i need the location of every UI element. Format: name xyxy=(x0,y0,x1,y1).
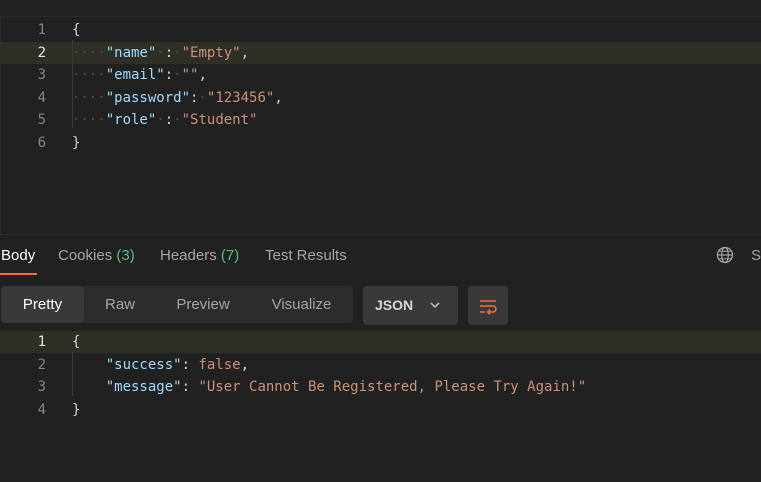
request-line: 6} xyxy=(0,132,761,154)
token-ws: · xyxy=(173,67,182,83)
whitespace-marker: ···· xyxy=(72,67,106,83)
line-content: } xyxy=(72,399,80,421)
line-number: 3 xyxy=(37,67,46,83)
token-ws: · xyxy=(156,112,165,128)
token-ws: · xyxy=(156,44,165,61)
indent-guide xyxy=(72,352,73,396)
format-select[interactable]: JSON xyxy=(363,286,458,325)
wrap-lines-button[interactable] xyxy=(468,286,508,325)
line-number: 1 xyxy=(37,22,46,38)
globe-icon[interactable] xyxy=(716,246,734,264)
view-preview-button[interactable]: Preview xyxy=(156,286,250,323)
tab-cookies-label: Cookies xyxy=(58,247,113,264)
token-s: "User Cannot Be Registered, Please Try A… xyxy=(198,379,587,395)
token-k: "message" xyxy=(105,379,182,395)
token-p: : xyxy=(181,379,199,395)
token-ws: · xyxy=(173,112,182,128)
response-tabs: Body Cookies (3) Headers (7) Test Result… xyxy=(0,234,761,277)
token-p: , xyxy=(198,67,207,83)
token-ws xyxy=(72,357,106,373)
line-number: 4 xyxy=(37,89,46,106)
token-s: "123456" xyxy=(206,89,275,106)
view-mode-switch: Pretty Raw Preview Visualize xyxy=(1,286,353,323)
token-b: } xyxy=(72,401,81,418)
editor-top-border xyxy=(0,16,761,17)
line-content: { xyxy=(72,331,80,353)
active-tab-indicator xyxy=(0,273,37,275)
line-number: 3 xyxy=(37,379,46,395)
line-content: ····"password":·"123456", xyxy=(72,87,283,109)
token-p: , xyxy=(240,44,250,61)
token-k: "email" xyxy=(105,67,165,83)
view-raw-button[interactable]: Raw xyxy=(84,286,156,323)
token-b: } xyxy=(72,134,81,151)
headers-count-badge: (7) xyxy=(220,247,240,264)
line-number: 6 xyxy=(37,134,46,151)
line-number: 2 xyxy=(37,356,46,373)
tab-cookies[interactable]: Cookies (3) xyxy=(58,247,135,265)
chevron-down-icon xyxy=(430,302,440,309)
token-s: "" xyxy=(181,67,199,83)
token-p: : xyxy=(164,112,174,128)
token-p: : xyxy=(164,67,174,83)
token-p: : xyxy=(181,356,199,373)
line-number: 2 xyxy=(37,44,46,61)
token-ws xyxy=(72,379,106,395)
view-pretty-button[interactable]: Pretty xyxy=(1,286,84,323)
line-content: ····"email":·"", xyxy=(72,64,207,86)
token-p: , xyxy=(240,356,250,373)
token-s: "Empty" xyxy=(181,44,241,61)
tab-headers[interactable]: Headers (7) xyxy=(160,247,239,265)
token-s: "Student" xyxy=(181,112,258,128)
request-line: 1{ xyxy=(0,19,761,41)
request-body-editor[interactable]: 1{2 ····"name"·:·"Empty", 3 ····"email":·""… xyxy=(0,0,761,234)
response-line: 3 "message": "User Cannot Be Registered,… xyxy=(0,376,761,398)
line-content: ····"role"·:·"Student" xyxy=(72,109,257,131)
line-number: 1 xyxy=(37,334,46,350)
indent-guide xyxy=(72,40,73,128)
response-line: 1{ xyxy=(0,331,761,353)
cookies-count-badge: (3) xyxy=(116,247,135,264)
line-content: ····"name"·:·"Empty", xyxy=(72,42,249,64)
line-content: "message": "User Cannot Be Registered, P… xyxy=(72,376,586,398)
save-response-button[interactable]: S xyxy=(751,247,761,264)
token-b: { xyxy=(72,334,81,350)
response-line: 2 "success": false, xyxy=(0,354,761,376)
token-ws: · xyxy=(173,44,182,61)
token-bool: false xyxy=(198,356,241,373)
request-line: 2 ····"name"·:·"Empty", xyxy=(0,41,761,64)
token-k: "role" xyxy=(105,112,157,128)
token-ws: · xyxy=(198,89,207,106)
whitespace-marker: ···· xyxy=(72,112,106,128)
view-visualize-button[interactable]: Visualize xyxy=(250,286,353,323)
token-p: , xyxy=(274,89,283,106)
tab-body[interactable]: Body xyxy=(1,247,35,265)
request-line: 4 ····"password":·"123456", xyxy=(0,87,761,109)
line-content: { xyxy=(72,19,80,41)
whitespace-marker: ···· xyxy=(72,44,106,61)
token-k: "success" xyxy=(105,356,182,373)
request-line: 5 ····"role"·:·"Student" xyxy=(0,109,761,131)
line-number: 4 xyxy=(37,401,46,418)
tab-test-results[interactable]: Test Results xyxy=(265,247,347,265)
token-p: : xyxy=(164,44,174,61)
token-b: { xyxy=(72,22,81,38)
line-number: 5 xyxy=(37,112,46,128)
response-body-viewer[interactable]: 1{2 "success": false, 3 "message": "User … xyxy=(0,330,761,482)
response-line: 4} xyxy=(0,399,761,421)
token-k: "password" xyxy=(105,89,191,106)
line-content: } xyxy=(72,132,80,154)
format-select-value: JSON xyxy=(375,297,414,313)
whitespace-marker: ···· xyxy=(72,89,106,106)
request-line: 3 ····"email":·"", xyxy=(0,64,761,86)
tab-headers-label: Headers xyxy=(160,247,217,264)
wrap-lines-icon xyxy=(480,300,497,316)
token-k: "name" xyxy=(105,44,157,61)
line-content: "success": false, xyxy=(72,354,249,376)
